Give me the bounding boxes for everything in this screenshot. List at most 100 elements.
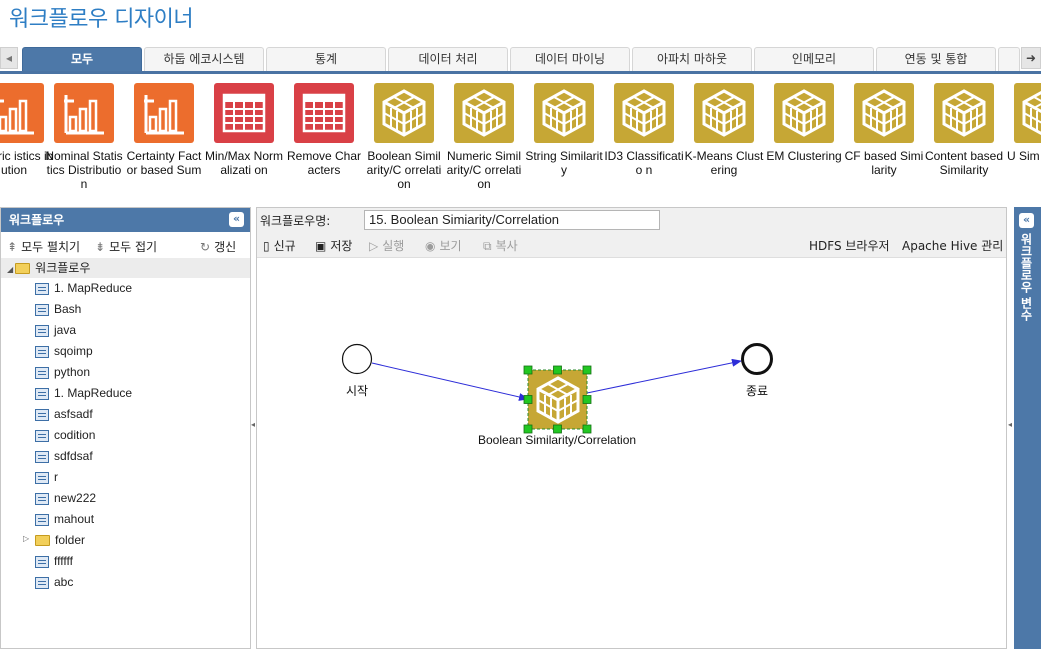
save-button[interactable]: ▣ 저장 <box>315 237 352 254</box>
tree-item[interactable]: r <box>35 467 58 487</box>
expand-icon: ⇞ <box>7 240 18 254</box>
collapse-all-button[interactable]: ⇟ 모두 접기 <box>95 238 157 255</box>
workflow-file-icon <box>35 345 49 358</box>
palette-item-kmeans-clustering[interactable]: K-Means Clustering <box>684 83 764 205</box>
collapse-left-panel-icon[interactable]: « <box>229 212 244 227</box>
palette-item-certainty-factor[interactable]: Certainty Factor based Sum <box>124 83 204 205</box>
tab-all[interactable]: 모두 <box>22 47 142 71</box>
tree-item-label: sdfdsaf <box>54 449 93 463</box>
tree-item-label: abc <box>54 575 74 589</box>
designer-toolbar: ▯ 신규 ▣ 저장 ▷ 실행 ◉ 보기 ⧉ 복사 HDFS 브라우저 Apache Hiv… <box>257 232 1006 258</box>
palette-item-user-similarity[interactable]: U Sim ba Reco <box>1004 83 1041 205</box>
workflow-file-icon <box>35 471 49 484</box>
tree-item[interactable]: abc <box>35 572 73 592</box>
hive-admin-link[interactable]: Apache Hive 관리 <box>902 237 1003 254</box>
new-label: 신규 <box>273 239 296 253</box>
tree-item[interactable]: sdfdsaf <box>35 446 93 466</box>
tree-item-label: codition <box>54 428 96 442</box>
edge-start-to-node[interactable] <box>371 362 529 401</box>
tab-integration[interactable]: 연동 및 통합 <box>876 47 996 71</box>
refresh-button[interactable]: ↻ 갱신 <box>200 238 236 255</box>
collapsed-triangle-icon[interactable]: ▷ <box>23 534 29 543</box>
tab-scroll-left-icon[interactable]: ◂ <box>0 47 18 69</box>
collapse-icon: ⇟ <box>95 240 106 254</box>
end-node[interactable] <box>741 343 773 375</box>
tab-data-mining[interactable]: 데이터 마이닝 <box>510 47 630 71</box>
tree-item-label: ffffff <box>54 554 73 568</box>
left-splitter-handle-icon[interactable]: ◂ <box>251 420 255 429</box>
palette-item-content-based-similarity[interactable]: Content based Similarity <box>924 83 1004 205</box>
tree-item[interactable]: Bash <box>35 299 81 319</box>
boolean-similarity-node[interactable] <box>527 369 588 430</box>
workflow-tree-panel: 워크플로우 « ⇞ 모두 펼치기 ⇟ 모두 접기 ↻ 갱신 ◢ 워크플로우 1. Map… <box>0 207 251 649</box>
save-label: 저장 <box>330 239 353 253</box>
tree-root-workflow[interactable]: ◢ 워크플로우 <box>1 258 250 278</box>
tree-item[interactable]: 1. MapReduce <box>35 278 132 298</box>
palette-item-em-clustering[interactable]: EM Clustering <box>764 83 844 205</box>
tree-item[interactable]: 1. MapReduce <box>35 383 132 403</box>
edge-node-to-end[interactable] <box>586 358 742 394</box>
tab-apache-mahout[interactable]: 아파치 마하웃 <box>632 47 752 71</box>
palette-item-remove-characters[interactable]: Remove Characters <box>284 83 364 205</box>
workflow-name-label: 워크플로우명: <box>260 214 331 228</box>
new-button[interactable]: ▯ 신규 <box>263 237 296 254</box>
palette-item-label: Nominal Statistics Distribution <box>45 149 123 191</box>
cube-icon <box>774 83 834 143</box>
workflow-panel-header: 워크플로우 « <box>1 208 250 232</box>
tab-data-processing[interactable]: 데이터 처리 <box>388 47 508 71</box>
copy-button[interactable]: ⧉ 복사 <box>483 237 518 254</box>
palette-item-nominal-statistics-distribution[interactable]: Nominal Statistics Distribution <box>44 83 124 205</box>
palette-item-boolean-similarity[interactable]: Boolean Similarity/C orrelation <box>364 83 444 205</box>
palette-item-label: U Sim ba Reco <box>1006 149 1041 177</box>
tree-item-label: python <box>54 365 91 379</box>
tree-item[interactable]: mahout <box>35 509 94 529</box>
tree-item[interactable]: codition <box>35 425 95 445</box>
tab-scroll-right-icon[interactable]: ➜ <box>1021 47 1041 69</box>
tab-in-memory[interactable]: 인메모리 <box>754 47 874 71</box>
expand-all-button[interactable]: ⇞ 모두 펼치기 <box>7 238 80 255</box>
hdfs-browser-link[interactable]: HDFS 브라우저 <box>809 237 890 254</box>
copy-icon: ⧉ <box>483 239 492 253</box>
cube-icon <box>694 83 754 143</box>
tab-overflow[interactable] <box>998 47 1020 71</box>
tab-hadoop-ecosystem[interactable]: 하둡 에코시스템 <box>144 47 264 71</box>
tree-item-label: 1. MapReduce <box>54 386 133 400</box>
workflow-file-icon <box>35 492 49 505</box>
tree-folder-item[interactable]: folder <box>35 530 85 550</box>
tree-item[interactable]: java <box>35 320 76 340</box>
palette-item-id3-classification[interactable]: ID3 Classificatio n <box>604 83 684 205</box>
expanded-triangle-icon[interactable]: ◢ <box>7 265 13 274</box>
end-node-label: 종료 <box>746 384 769 398</box>
workflow-graph <box>341 343 773 434</box>
workflow-variables-panel[interactable]: « 워크플로우 변수 <box>1014 207 1041 649</box>
workflow-file-icon <box>35 408 49 421</box>
cube-icon <box>534 83 594 143</box>
tree-item[interactable]: python <box>35 362 90 382</box>
copy-label: 복사 <box>495 239 518 253</box>
tab-statistics[interactable]: 통계 <box>266 47 386 71</box>
view-button[interactable]: ◉ 보기 <box>425 237 462 254</box>
refresh-label: 갱신 <box>214 240 237 254</box>
tree-item-label: r <box>54 470 58 484</box>
tree-item[interactable]: new222 <box>35 488 96 508</box>
palette-item-label: K-Means Clustering <box>684 149 764 177</box>
expand-right-panel-icon[interactable]: « <box>1019 213 1034 228</box>
tree-item[interactable]: asfsadf <box>35 404 93 424</box>
palette-item-cf-based-similarity[interactable]: CF based Similarity <box>844 83 924 205</box>
tree-item[interactable]: sqoimp <box>35 341 93 361</box>
cube-icon <box>454 83 514 143</box>
play-icon: ▷ <box>369 239 379 253</box>
right-splitter-handle-icon[interactable]: ◂ <box>1008 420 1012 429</box>
bar-chart-icon <box>0 83 44 143</box>
palette-item-numeric-similarity[interactable]: Numeric Similarity/C orrelation <box>444 83 524 205</box>
start-node[interactable] <box>341 343 373 375</box>
palette-item-min-max-normalization[interactable]: Min/Max Normalizati on <box>204 83 284 205</box>
workflow-name-input[interactable]: 15. Boolean Simiarity/Correlation <box>364 210 660 230</box>
run-button[interactable]: ▷ 실행 <box>369 237 404 254</box>
tree-item-label: sqoimp <box>54 344 93 358</box>
palette-item-string-similarity[interactable]: String Similarity <box>524 83 604 205</box>
workflow-canvas[interactable]: 시작 종료 Boolean Similarity/Correlation <box>257 258 1006 648</box>
bar-chart-icon <box>134 83 194 143</box>
tree-item[interactable]: ffffff <box>35 551 73 571</box>
palette-item-label: String Similarity <box>525 149 603 177</box>
